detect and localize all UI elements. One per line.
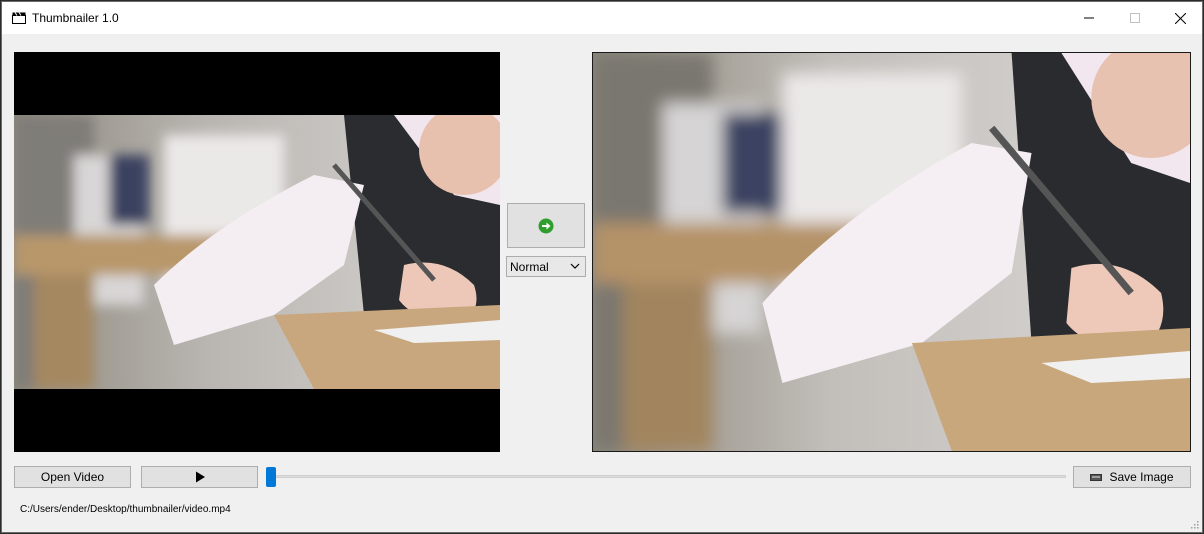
play-button[interactable] [141,466,258,488]
minimize-icon [1084,17,1094,19]
open-video-button[interactable]: Open Video [14,466,131,488]
thumbnail-image [593,53,1190,451]
thumbnail-output [592,52,1191,452]
clapperboard-icon [12,12,26,24]
video-frame-image [14,115,500,389]
green-right-arrow-icon [538,218,554,233]
slider-handle[interactable] [266,467,276,487]
close-button[interactable] [1157,2,1203,34]
convert-button[interactable] [507,203,585,248]
mode-select-value: Normal [510,259,549,274]
disk-icon [1090,474,1103,481]
window-title: Thumbnailer 1.0 [32,11,119,25]
save-image-label: Save Image [1109,470,1174,484]
maximize-icon [1130,13,1140,23]
save-image-button[interactable]: Save Image [1073,466,1191,488]
close-icon [1174,12,1186,24]
video-position-slider[interactable] [266,465,1066,489]
resize-grip-icon[interactable] [1189,519,1199,529]
play-icon [195,471,205,483]
mode-select[interactable]: Normal [506,256,586,277]
app-window: Thumbnailer 1.0 Normal Open Video Save I… [1,1,1203,533]
video-preview [14,52,500,452]
file-path: C:/Users/ender/Desktop/thumbnailer/video… [20,504,231,515]
slider-track[interactable] [266,475,1066,478]
title-bar[interactable]: Thumbnailer 1.0 [2,2,1202,34]
minimize-button[interactable] [1066,2,1112,34]
chevron-down-icon [570,263,580,269]
maximize-button[interactable] [1112,2,1158,34]
